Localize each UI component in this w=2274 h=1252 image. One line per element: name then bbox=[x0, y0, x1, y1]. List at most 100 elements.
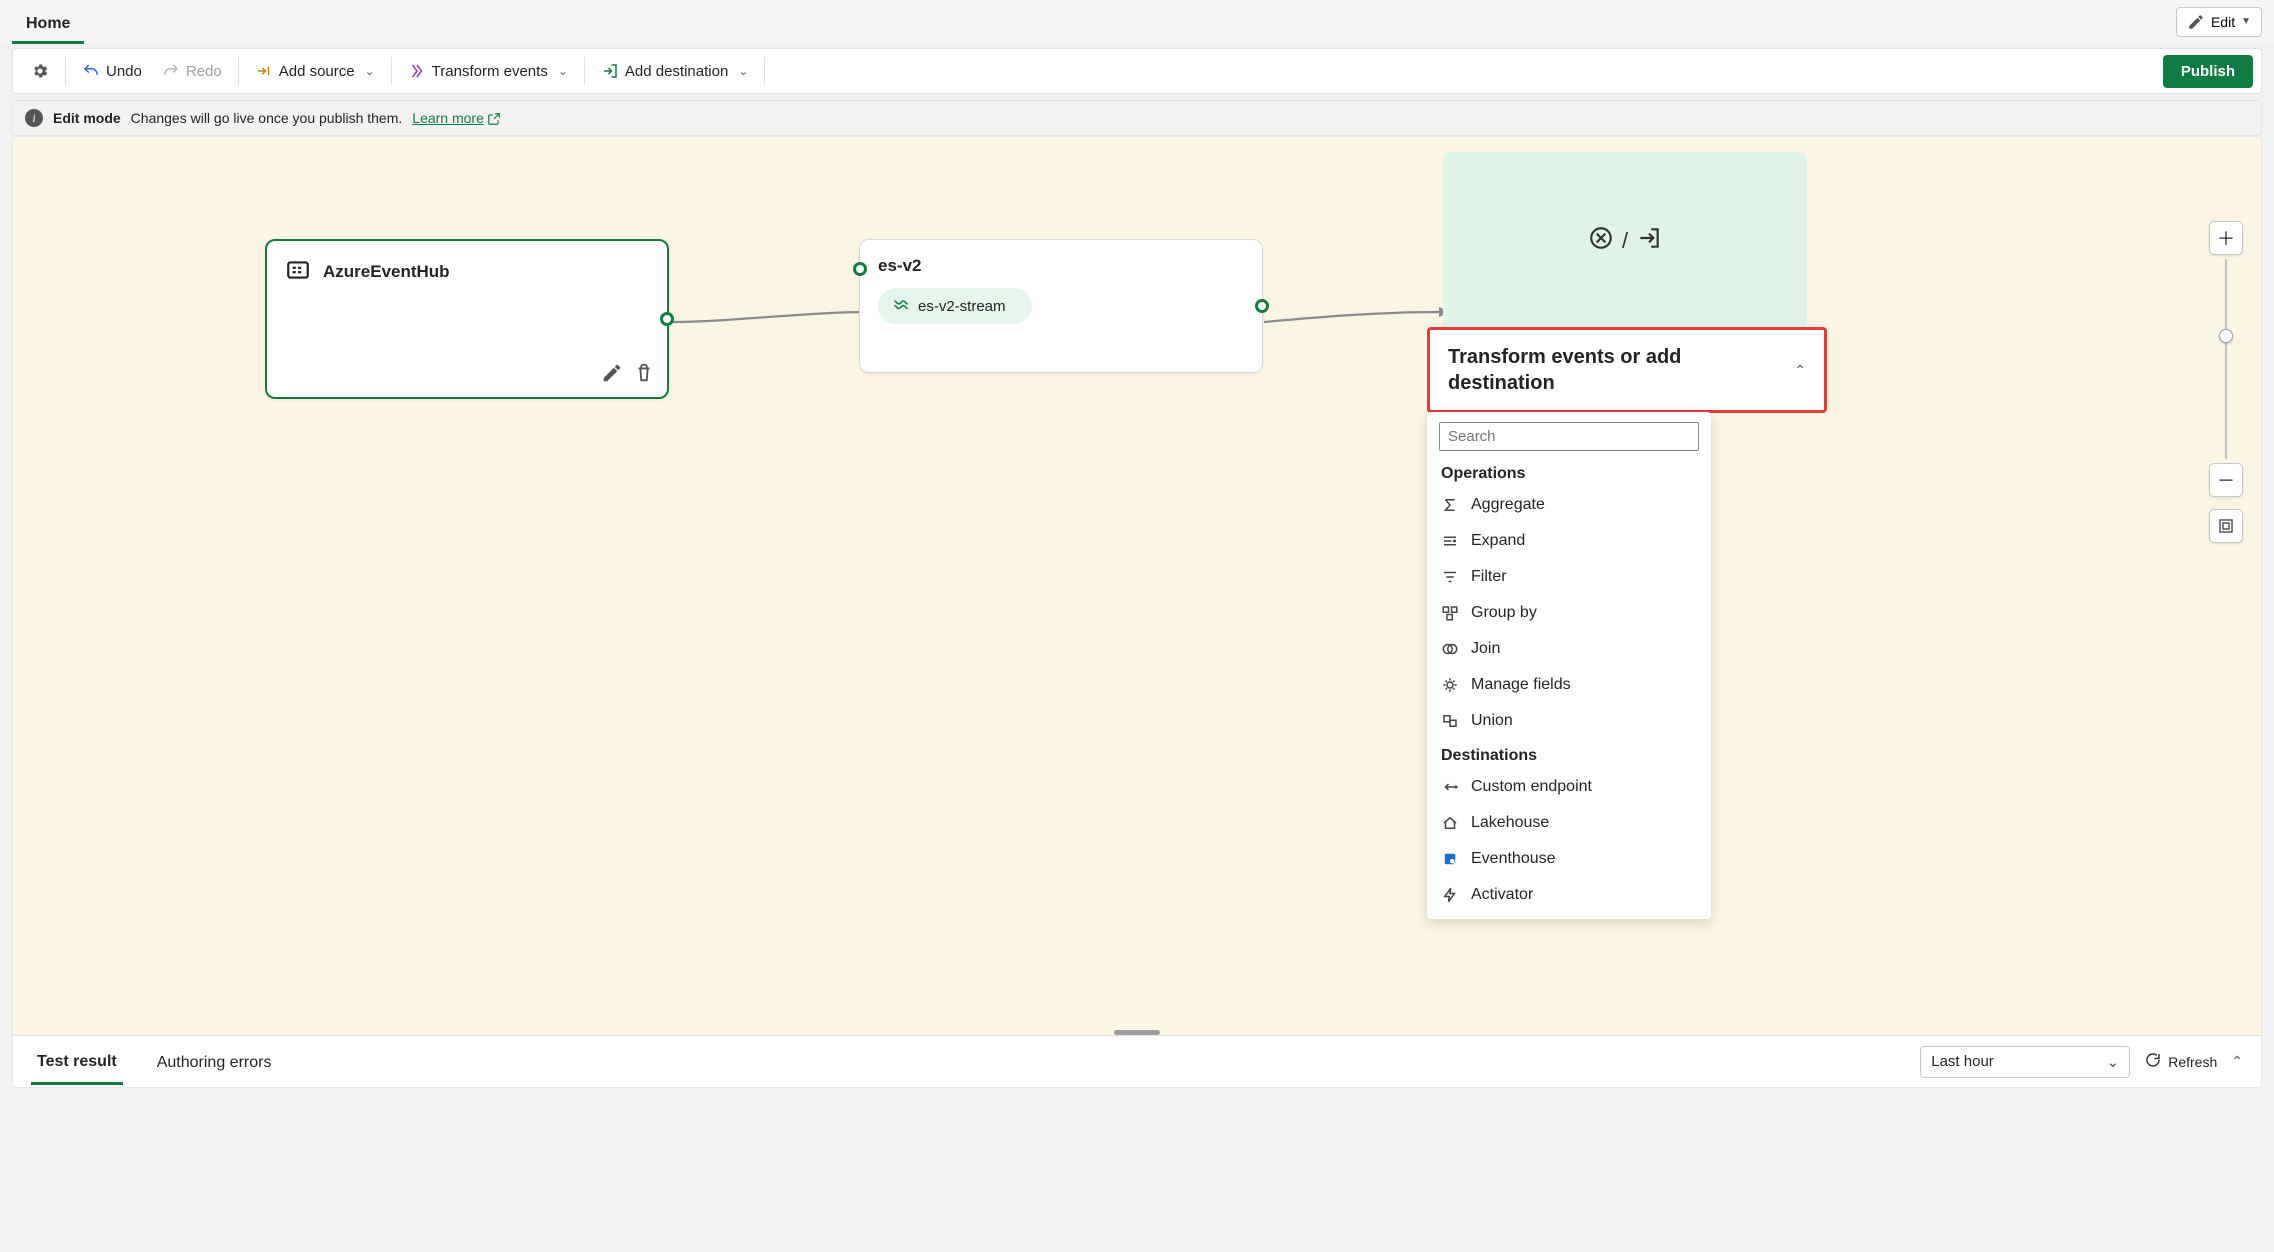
chevron-down-icon: ⌄ bbox=[558, 64, 568, 78]
time-range-select[interactable]: Last hour ⌄ bbox=[1920, 1046, 2130, 1078]
transform-icon bbox=[408, 62, 426, 80]
menu-item-label: Activator bbox=[1471, 886, 1533, 904]
undo-label: Undo bbox=[106, 63, 142, 80]
info-icon: i bbox=[25, 109, 43, 127]
chevron-up-icon[interactable]: ⌃ bbox=[2231, 1053, 2243, 1070]
add-destination-label: Add destination bbox=[625, 63, 728, 80]
stream-label: es-v2-stream bbox=[918, 298, 1006, 315]
undo-icon bbox=[82, 62, 100, 80]
chevron-down-icon: ⌄ bbox=[738, 64, 748, 78]
dropdown-title: Transform events or add destination bbox=[1448, 344, 1708, 396]
node-azure-event-hub[interactable]: AzureEventHub bbox=[265, 239, 669, 399]
menu-item-label: Filter bbox=[1471, 568, 1507, 586]
time-range-label: Last hour bbox=[1931, 1053, 1994, 1070]
settings-button[interactable] bbox=[21, 56, 59, 86]
drop-target[interactable]: / bbox=[1443, 152, 1807, 330]
toolbar-divider bbox=[391, 57, 392, 85]
section-destinations-header: Destinations bbox=[1427, 739, 1711, 769]
edit-node-button[interactable] bbox=[601, 362, 623, 387]
zoom-slider-thumb[interactable] bbox=[2219, 329, 2233, 343]
add-destination-button[interactable]: Add destination ⌄ bbox=[591, 56, 758, 86]
refresh-label: Refresh bbox=[2168, 1054, 2217, 1070]
op-item-filter[interactable]: Filter bbox=[1427, 559, 1711, 595]
op-item-expand[interactable]: Expand bbox=[1427, 523, 1711, 559]
zoom-in-button[interactable]: ＋ bbox=[2209, 221, 2243, 255]
menu-item-label: Group by bbox=[1471, 604, 1537, 622]
activator-icon bbox=[1441, 886, 1459, 904]
learn-more-label: Learn more bbox=[412, 110, 484, 126]
search-input[interactable] bbox=[1439, 422, 1699, 451]
groupby-icon bbox=[1441, 604, 1459, 622]
caret-down-icon: ▼ bbox=[2241, 16, 2251, 27]
manage-icon bbox=[1441, 676, 1459, 694]
op-item-group-by[interactable]: Group by bbox=[1427, 595, 1711, 631]
dest-item-custom-endpoint[interactable]: Custom endpoint bbox=[1427, 769, 1711, 805]
tab-home[interactable]: Home bbox=[12, 5, 84, 44]
op-item-manage-fields[interactable]: Manage fields bbox=[1427, 667, 1711, 703]
dest-item-eventhouse[interactable]: Eventhouse bbox=[1427, 841, 1711, 877]
external-link-icon bbox=[487, 110, 501, 126]
transform-label: Transform events bbox=[432, 63, 548, 80]
zoom-out-button[interactable]: － bbox=[2209, 463, 2243, 497]
dropdown-body: Operations Aggregate Expand Filter Group by… bbox=[1427, 412, 1711, 919]
edit-mode-button[interactable]: Edit ▼ bbox=[2176, 7, 2262, 37]
undo-button[interactable]: Undo bbox=[72, 56, 152, 86]
menu-item-label: Eventhouse bbox=[1471, 850, 1556, 868]
lakehouse-icon bbox=[1441, 814, 1459, 832]
chevron-down-icon: ⌄ bbox=[2107, 1053, 2120, 1071]
dropdown-header[interactable]: Transform events or add destination ⌃ bbox=[1427, 327, 1827, 413]
bottom-panel: Test result Authoring errors Last hour ⌄… bbox=[13, 1035, 2261, 1087]
stream-icon bbox=[892, 295, 910, 317]
zoom-slider-track[interactable] bbox=[2225, 259, 2227, 459]
top-bar: Home Edit ▼ bbox=[0, 0, 2274, 44]
delete-node-button[interactable] bbox=[633, 362, 655, 387]
dest-item-activator[interactable]: Activator bbox=[1427, 877, 1711, 913]
chevron-down-icon: ⌄ bbox=[365, 64, 375, 78]
tab-authoring-errors[interactable]: Authoring errors bbox=[151, 1040, 278, 1083]
toolbar-divider bbox=[764, 57, 765, 85]
transform-events-button[interactable]: Transform events ⌄ bbox=[398, 56, 578, 86]
learn-more-link[interactable]: Learn more bbox=[412, 110, 501, 126]
op-item-join[interactable]: Join bbox=[1427, 631, 1711, 667]
op-item-aggregate[interactable]: Aggregate bbox=[1427, 487, 1711, 523]
exit-icon bbox=[1636, 225, 1662, 257]
menu-item-label: Custom endpoint bbox=[1471, 778, 1592, 796]
publish-button[interactable]: Publish bbox=[2163, 55, 2253, 88]
op-item-union[interactable]: Union bbox=[1427, 703, 1711, 739]
section-operations-header: Operations bbox=[1427, 457, 1711, 487]
toolbar: Undo Redo Add source ⌄ Transform events … bbox=[12, 48, 2262, 94]
node-title: AzureEventHub bbox=[323, 262, 450, 282]
eventhub-icon bbox=[285, 257, 311, 286]
canvas[interactable]: AzureEventHub es-v2 es-v2-stream bbox=[12, 136, 2262, 1088]
toolbar-divider bbox=[584, 57, 585, 85]
redo-label: Redo bbox=[186, 63, 222, 80]
dest-item-lakehouse[interactable]: Lakehouse bbox=[1427, 805, 1711, 841]
menu-item-label: Manage fields bbox=[1471, 676, 1571, 694]
slash-text: / bbox=[1622, 228, 1628, 254]
transform-icon bbox=[1588, 225, 1614, 257]
toolbar-divider bbox=[238, 57, 239, 85]
sigma-icon bbox=[1441, 496, 1459, 514]
menu-item-label: Lakehouse bbox=[1471, 814, 1549, 832]
menu-item-label: Expand bbox=[1471, 532, 1525, 550]
toolbar-divider bbox=[65, 57, 66, 85]
refresh-button[interactable]: Refresh bbox=[2144, 1051, 2217, 1072]
node-title: es-v2 bbox=[878, 256, 921, 276]
menu-item-label: Union bbox=[1471, 712, 1513, 730]
chevron-up-icon: ⌃ bbox=[1794, 362, 1806, 379]
add-source-label: Add source bbox=[279, 63, 355, 80]
zoom-fit-button[interactable] bbox=[2209, 509, 2243, 543]
tab-test-result[interactable]: Test result bbox=[31, 1039, 123, 1085]
redo-button[interactable]: Redo bbox=[152, 56, 232, 86]
output-port[interactable] bbox=[1255, 299, 1269, 313]
eventhouse-icon bbox=[1441, 850, 1459, 868]
input-port[interactable] bbox=[853, 262, 867, 276]
redo-icon bbox=[162, 62, 180, 80]
join-icon bbox=[1441, 640, 1459, 658]
node-es-v2[interactable]: es-v2 es-v2-stream bbox=[859, 239, 1263, 373]
info-msg: Changes will go live once you publish th… bbox=[131, 110, 403, 126]
menu-item-label: Aggregate bbox=[1471, 496, 1545, 514]
add-source-button[interactable]: Add source ⌄ bbox=[245, 56, 385, 86]
output-port[interactable] bbox=[660, 312, 674, 326]
stream-chip[interactable]: es-v2-stream bbox=[878, 288, 1032, 324]
